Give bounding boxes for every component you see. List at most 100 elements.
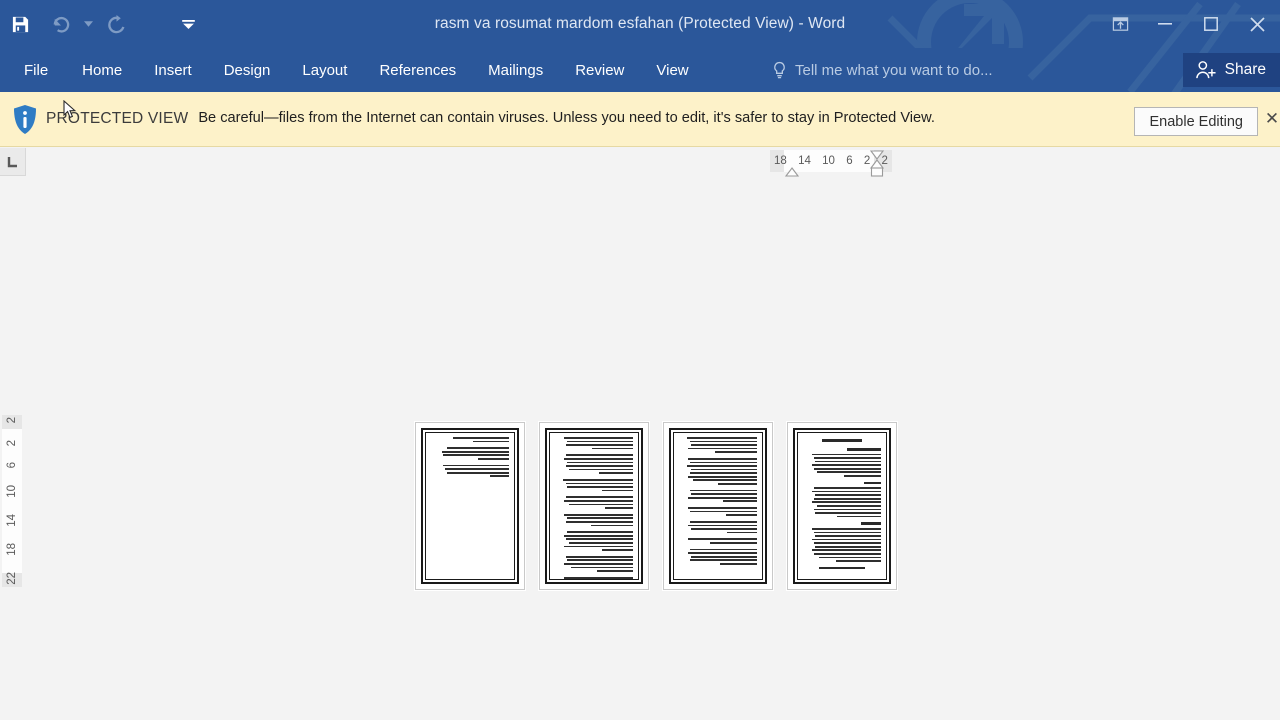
page-thumbnail-3[interactable]: [539, 422, 649, 590]
tab-insert[interactable]: Insert: [138, 48, 208, 92]
page-text-line: [689, 440, 757, 443]
page-text-line: [601, 549, 633, 551]
page-paragraph: [803, 487, 881, 518]
page-text-line: [564, 437, 633, 439]
page-text-line: [567, 517, 633, 520]
ribbon-display-options-button[interactable]: [1098, 0, 1142, 48]
chevron-down-icon: [181, 19, 195, 29]
page-subhead: [863, 481, 881, 485]
page-text-line: [446, 447, 509, 449]
page-paragraph: [555, 555, 633, 572]
page-content-area: [673, 432, 763, 580]
page-text-line: [812, 538, 881, 541]
page-text-line: [598, 472, 633, 474]
page-text-line: [688, 475, 757, 478]
maximize-button[interactable]: [1188, 0, 1234, 48]
tab-references[interactable]: References: [363, 48, 472, 92]
tab-mailings[interactable]: Mailings: [472, 48, 559, 92]
page-text-line: [689, 472, 757, 474]
page-border-outer: [545, 428, 643, 584]
page-text-line: [693, 479, 757, 482]
vruler-tick-10: 10: [6, 485, 18, 498]
tell-me-search[interactable]: Tell me what you want to do...: [772, 48, 993, 92]
page-thumbnail-1[interactable]: [787, 422, 897, 590]
left-indent-marker[interactable]: [784, 154, 800, 180]
page-paragraph: [555, 496, 633, 509]
page-text-line: [813, 508, 881, 511]
page-subhead: [846, 448, 881, 451]
dismiss-protected-view-button[interactable]: ✕: [1260, 106, 1280, 132]
customize-qat-button[interactable]: [168, 4, 208, 44]
undo-dropdown-caret[interactable]: [80, 4, 96, 44]
page-paragraph: [555, 531, 633, 551]
horizontal-ruler[interactable]: 18 14 10 6 2 2: [770, 150, 892, 177]
tab-home[interactable]: Home: [66, 48, 138, 92]
tab-view[interactable]: View: [640, 48, 704, 92]
page-footer: [819, 566, 865, 570]
share-label: Share: [1224, 61, 1266, 78]
document-canvas[interactable]: [26, 176, 1280, 720]
page-thumbnail-2[interactable]: [663, 422, 773, 590]
tab-review[interactable]: Review: [559, 48, 640, 92]
vruler-tick-2a: 2: [6, 417, 18, 424]
page-text-line: [837, 515, 881, 518]
protected-view-bar: PROTECTED VIEW Be careful—files from the…: [0, 92, 1280, 147]
page-text-line: [688, 507, 757, 509]
page-text-line: [818, 556, 881, 559]
page-paragraph: [555, 437, 633, 450]
share-person-icon: [1195, 61, 1216, 79]
floppy-disk-icon: [12, 16, 28, 32]
share-button[interactable]: Share: [1182, 53, 1280, 87]
page-text-line: [812, 527, 881, 530]
redo-button[interactable]: [96, 4, 136, 44]
page-text-line: [686, 465, 757, 467]
minimize-button[interactable]: [1142, 0, 1188, 48]
page-text-line: [565, 482, 633, 485]
page-text-line: [812, 464, 881, 466]
page-text-line: [812, 501, 881, 504]
page-text-line: [812, 453, 881, 456]
page-thumbnail-4[interactable]: [415, 422, 525, 590]
page-border-outer: [793, 428, 891, 584]
page-paragraph: [555, 513, 633, 527]
page-text-line: [592, 447, 633, 450]
page-text-line: [812, 490, 881, 493]
page-text-line: [562, 479, 633, 481]
vertical-ruler[interactable]: 2 2 6 10 14 18 22: [2, 415, 22, 587]
hruler-tick-10: 10: [822, 155, 835, 167]
page-text-line: [452, 437, 509, 439]
tab-stop-selector[interactable]: [0, 148, 26, 176]
page-text-line: [564, 500, 633, 502]
page-text-line: [691, 493, 757, 495]
page-text-line: [835, 560, 881, 562]
page-text-line: [691, 528, 757, 530]
page-text-line: [567, 440, 633, 443]
page-text-line: [477, 458, 509, 460]
page-text-line: [815, 512, 881, 514]
undo-button[interactable]: [40, 4, 80, 44]
page-text-line: [689, 521, 757, 523]
page-text-line: [714, 451, 757, 453]
close-button[interactable]: [1234, 0, 1280, 48]
page-text-line: [567, 531, 633, 533]
save-button[interactable]: [0, 4, 40, 44]
page-text-line: [565, 454, 633, 457]
page-text-line: [812, 549, 881, 552]
page-text-line: [718, 483, 757, 485]
page-text-line: [688, 447, 757, 450]
minimize-icon: [1158, 23, 1172, 25]
page-text-line: [604, 507, 633, 509]
page-paragraph: [679, 548, 757, 565]
right-indent-marker[interactable]: [868, 145, 886, 179]
tab-layout[interactable]: Layout: [286, 48, 363, 92]
page-paragraph: [679, 437, 757, 453]
page-text-line: [688, 458, 757, 460]
page-text-line: [565, 521, 633, 523]
tab-file[interactable]: File: [0, 48, 66, 92]
left-tab-stop-icon: [7, 156, 17, 167]
page-text-line: [815, 535, 881, 537]
page-text-line: [689, 548, 757, 551]
tab-design[interactable]: Design: [208, 48, 287, 92]
page-text-line: [689, 510, 757, 513]
enable-editing-button[interactable]: Enable Editing: [1134, 107, 1258, 136]
